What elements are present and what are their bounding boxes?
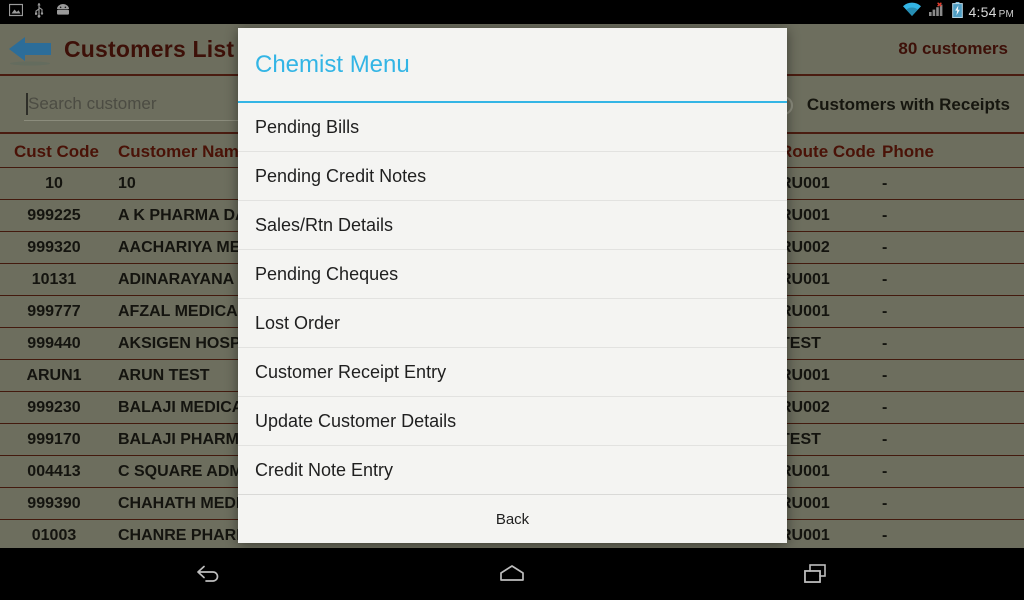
menu-item[interactable]: Pending Bills <box>238 103 787 152</box>
status-bar-right-icons: 4:54 PM <box>902 1 1024 23</box>
android-robot-icon <box>55 3 71 21</box>
menu-item[interactable]: Sales/Rtn Details <box>238 201 787 250</box>
chemist-menu-dialog: Chemist Menu Pending Bills Pending Credit… <box>238 28 787 543</box>
system-navigation-bar <box>0 548 1024 600</box>
wifi-icon <box>902 2 922 22</box>
usb-icon <box>34 2 44 23</box>
dialog-menu-list: Pending Bills Pending Credit Notes Sales/R… <box>238 103 787 494</box>
status-bar-clock: 4:54 PM <box>969 4 1014 20</box>
nav-recents-icon[interactable] <box>793 556 839 592</box>
status-bar: 4:54 PM <box>0 0 1024 24</box>
battery-charging-icon <box>951 1 963 23</box>
dialog-title: Chemist Menu <box>238 28 787 103</box>
clock-ampm: PM <box>998 9 1014 20</box>
status-bar-left-icons <box>0 2 71 23</box>
signal-no-service-icon <box>928 2 946 22</box>
menu-item[interactable]: Customer Receipt Entry <box>238 348 787 397</box>
device-screen: 4:54PM Customers List 80 customers Custo… <box>0 0 1024 600</box>
menu-item[interactable]: Lost Order <box>238 299 787 348</box>
menu-item[interactable]: Pending Cheques <box>238 250 787 299</box>
clock-time: 4:54 <box>968 4 997 20</box>
menu-item[interactable]: Pending Credit Notes <box>238 152 787 201</box>
nav-home-icon[interactable] <box>489 556 535 592</box>
menu-item[interactable]: Credit Note Entry <box>238 446 787 494</box>
menu-item[interactable]: Update Customer Details <box>238 397 787 446</box>
screenshot-icon <box>8 3 24 22</box>
dialog-back-button[interactable]: Back <box>238 494 787 543</box>
nav-back-icon[interactable] <box>185 556 231 592</box>
